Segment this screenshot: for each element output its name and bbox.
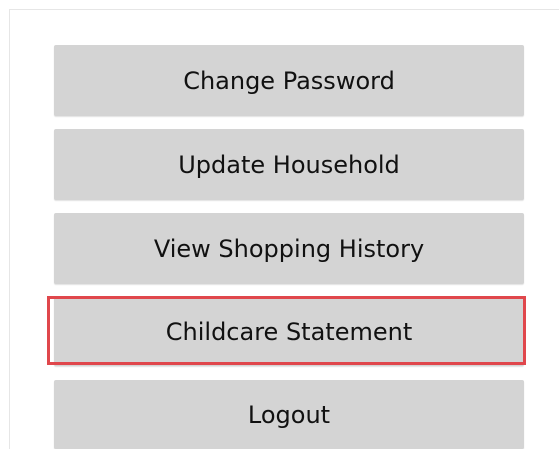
update-household-button[interactable]: Update Household [54, 129, 524, 200]
logout-button[interactable]: Logout [54, 380, 524, 449]
childcare-statement-button[interactable]: Childcare Statement [54, 297, 524, 366]
view-shopping-history-button[interactable]: View Shopping History [54, 213, 524, 284]
change-password-button[interactable]: Change Password [54, 45, 524, 116]
